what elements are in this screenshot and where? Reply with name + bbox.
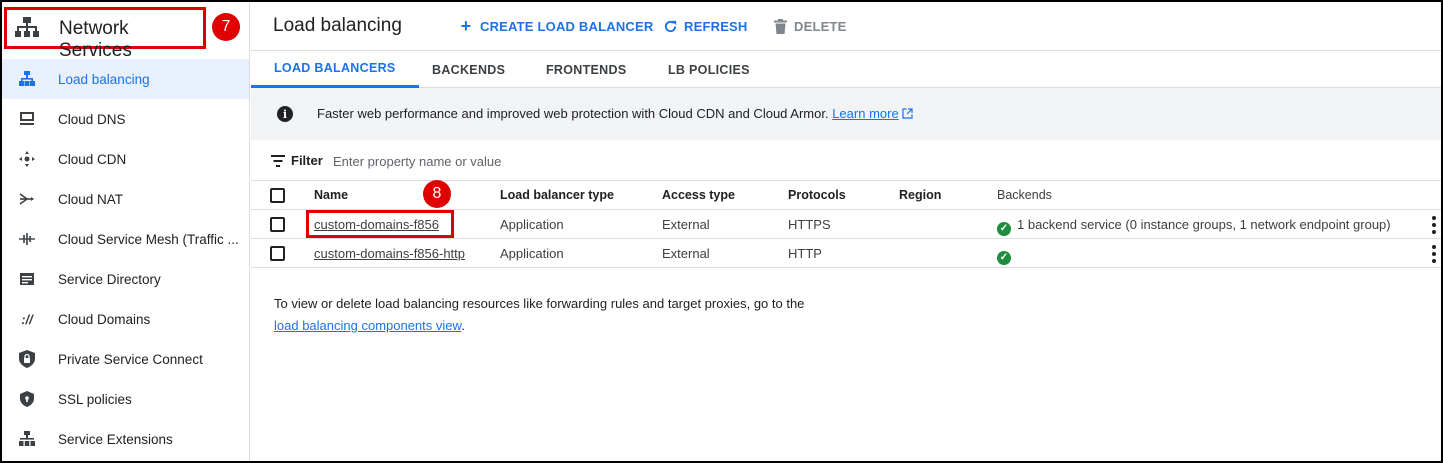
components-view-link[interactable]: load balancing components view — [274, 318, 461, 333]
sidebar-item-cloud-cdn[interactable]: Cloud CDN — [2, 139, 249, 179]
shield-icon — [18, 390, 36, 408]
banner-message: Faster web performance and improved web … — [317, 106, 829, 121]
sidebar-item-label: Private Service Connect — [58, 351, 203, 367]
tab-bar: LOAD BALANCERS BACKENDS FRONTENDS LB POL… — [251, 51, 1441, 88]
note-period: . — [461, 318, 465, 333]
column-header-backends: Backends — [997, 188, 1052, 202]
private-service-connect-icon — [18, 350, 36, 368]
sidebar-item-load-balancing[interactable]: Load balancing — [2, 59, 249, 99]
cdn-icon — [18, 150, 36, 168]
column-header-protocols[interactable]: Protocols — [788, 188, 846, 202]
nat-icon — [18, 190, 36, 208]
protocols: HTTP — [788, 246, 822, 261]
refresh-button[interactable]: REFRESH — [662, 18, 748, 34]
sidebar-item-cloud-nat[interactable]: Cloud NAT — [2, 179, 249, 219]
sidebar-item-label: Cloud DNS — [58, 111, 126, 127]
refresh-label: REFRESH — [684, 18, 748, 34]
filter-icon[interactable] — [271, 155, 285, 167]
load-balancing-icon — [18, 70, 36, 88]
row-checkbox[interactable] — [270, 246, 285, 261]
sidebar-item-cloud-service-mesh[interactable]: Cloud Service Mesh (Traffic ... — [2, 219, 249, 259]
backends-status: ✓ — [997, 246, 1017, 265]
plus-icon: + — [460, 15, 472, 36]
annotation-highlight-box — [306, 210, 454, 238]
protocols: HTTPS — [788, 217, 831, 232]
service-directory-icon — [18, 270, 36, 288]
info-banner: i Faster web performance and improved we… — [251, 88, 1441, 140]
trash-icon — [772, 18, 788, 34]
column-header-access[interactable]: Access type — [662, 188, 735, 202]
sidebar-item-ssl-policies[interactable]: SSL policies — [2, 379, 249, 419]
column-header-type[interactable]: Load balancer type — [500, 188, 614, 202]
components-note: To view or delete load balancing resourc… — [274, 293, 814, 337]
top-bar: Load balancing + CREATE LOAD BALANCER RE… — [251, 2, 1441, 51]
sidebar-item-label: SSL policies — [58, 391, 132, 407]
note-text: To view or delete load balancing resourc… — [274, 296, 805, 311]
sidebar-item-label: Cloud NAT — [58, 191, 124, 207]
more-actions-icon[interactable] — [1431, 245, 1437, 263]
refresh-icon — [662, 18, 678, 34]
access-type: External — [662, 246, 710, 261]
sidebar-item-service-directory[interactable]: Service Directory — [2, 259, 249, 299]
column-header-name[interactable]: Name — [314, 188, 348, 202]
load-balancer-type: Application — [500, 217, 564, 232]
select-all-checkbox[interactable] — [270, 188, 285, 203]
sidebar-item-cloud-domains[interactable]: :// Cloud Domains — [2, 299, 249, 339]
sidebar: Network Services 7 Load balancing Cloud … — [2, 2, 250, 461]
tab-lb-policies[interactable]: LB POLICIES — [645, 51, 773, 88]
sidebar-item-label: Service Extensions — [58, 431, 173, 447]
more-actions-icon[interactable] — [1431, 216, 1437, 234]
delete-label: DELETE — [794, 18, 847, 34]
table-row: custom-domains-f856-http Application Ext… — [251, 239, 1441, 268]
filter-bar: Filter — [251, 141, 1441, 181]
delete-button[interactable]: DELETE — [772, 18, 846, 34]
external-link-icon — [902, 108, 913, 119]
domains-icon: :// — [21, 311, 33, 327]
check-circle-icon: ✓ — [997, 250, 1011, 265]
tab-frontends[interactable]: FRONTENDS — [523, 51, 649, 88]
create-label: CREATE LOAD BALANCER — [480, 18, 654, 34]
create-load-balancer-button[interactable]: + CREATE LOAD BALANCER — [458, 15, 654, 36]
filter-input[interactable] — [333, 149, 733, 173]
sidebar-item-cloud-dns[interactable]: Cloud DNS — [2, 99, 249, 139]
sidebar-item-private-service-connect[interactable]: Private Service Connect — [2, 339, 249, 379]
load-balancer-type: Application — [500, 246, 564, 261]
product-header[interactable]: Network Services — [4, 7, 206, 61]
column-header-region[interactable]: Region — [899, 188, 941, 202]
banner-text: Faster web performance and improved web … — [317, 106, 913, 121]
sidebar-item-service-extensions[interactable]: Service Extensions — [2, 419, 249, 459]
sidebar-item-label: Cloud Domains — [58, 311, 151, 327]
page-title: Load balancing — [273, 15, 402, 36]
sidebar-item-label: Load balancing — [58, 71, 150, 87]
load-balancer-name-link[interactable]: custom-domains-f856-http — [314, 246, 465, 261]
sidebar-item-label: Service Directory — [58, 271, 161, 287]
dns-icon — [18, 110, 36, 128]
learn-more-link[interactable]: Learn more — [832, 106, 898, 121]
check-circle-icon: ✓ — [997, 221, 1011, 236]
sidebar-item-label: Cloud CDN — [58, 151, 127, 167]
service-extensions-icon — [18, 430, 36, 448]
sidebar-nav: Load balancing Cloud DNS Cloud CDN Cloud… — [2, 59, 249, 459]
tab-load-balancers[interactable]: LOAD BALANCERS — [251, 51, 419, 88]
product-title: Network Services — [59, 18, 132, 61]
filter-label: Filter — [291, 153, 323, 168]
access-type: External — [662, 217, 710, 232]
row-checkbox[interactable] — [270, 217, 285, 232]
backends-text: 1 backend service (0 instance groups, 1 … — [1017, 217, 1391, 232]
sidebar-item-label: Cloud Service Mesh (Traffic ... — [58, 231, 239, 247]
info-icon: i — [277, 106, 293, 122]
network-services-icon — [15, 17, 39, 37]
service-mesh-icon — [18, 230, 36, 248]
annotation-badge-8: 8 — [423, 180, 451, 208]
backends-status: ✓ 1 backend service (0 instance groups, 1… — [997, 217, 1391, 236]
tab-backends[interactable]: BACKENDS — [409, 51, 528, 88]
annotation-badge-7: 7 — [212, 13, 240, 41]
